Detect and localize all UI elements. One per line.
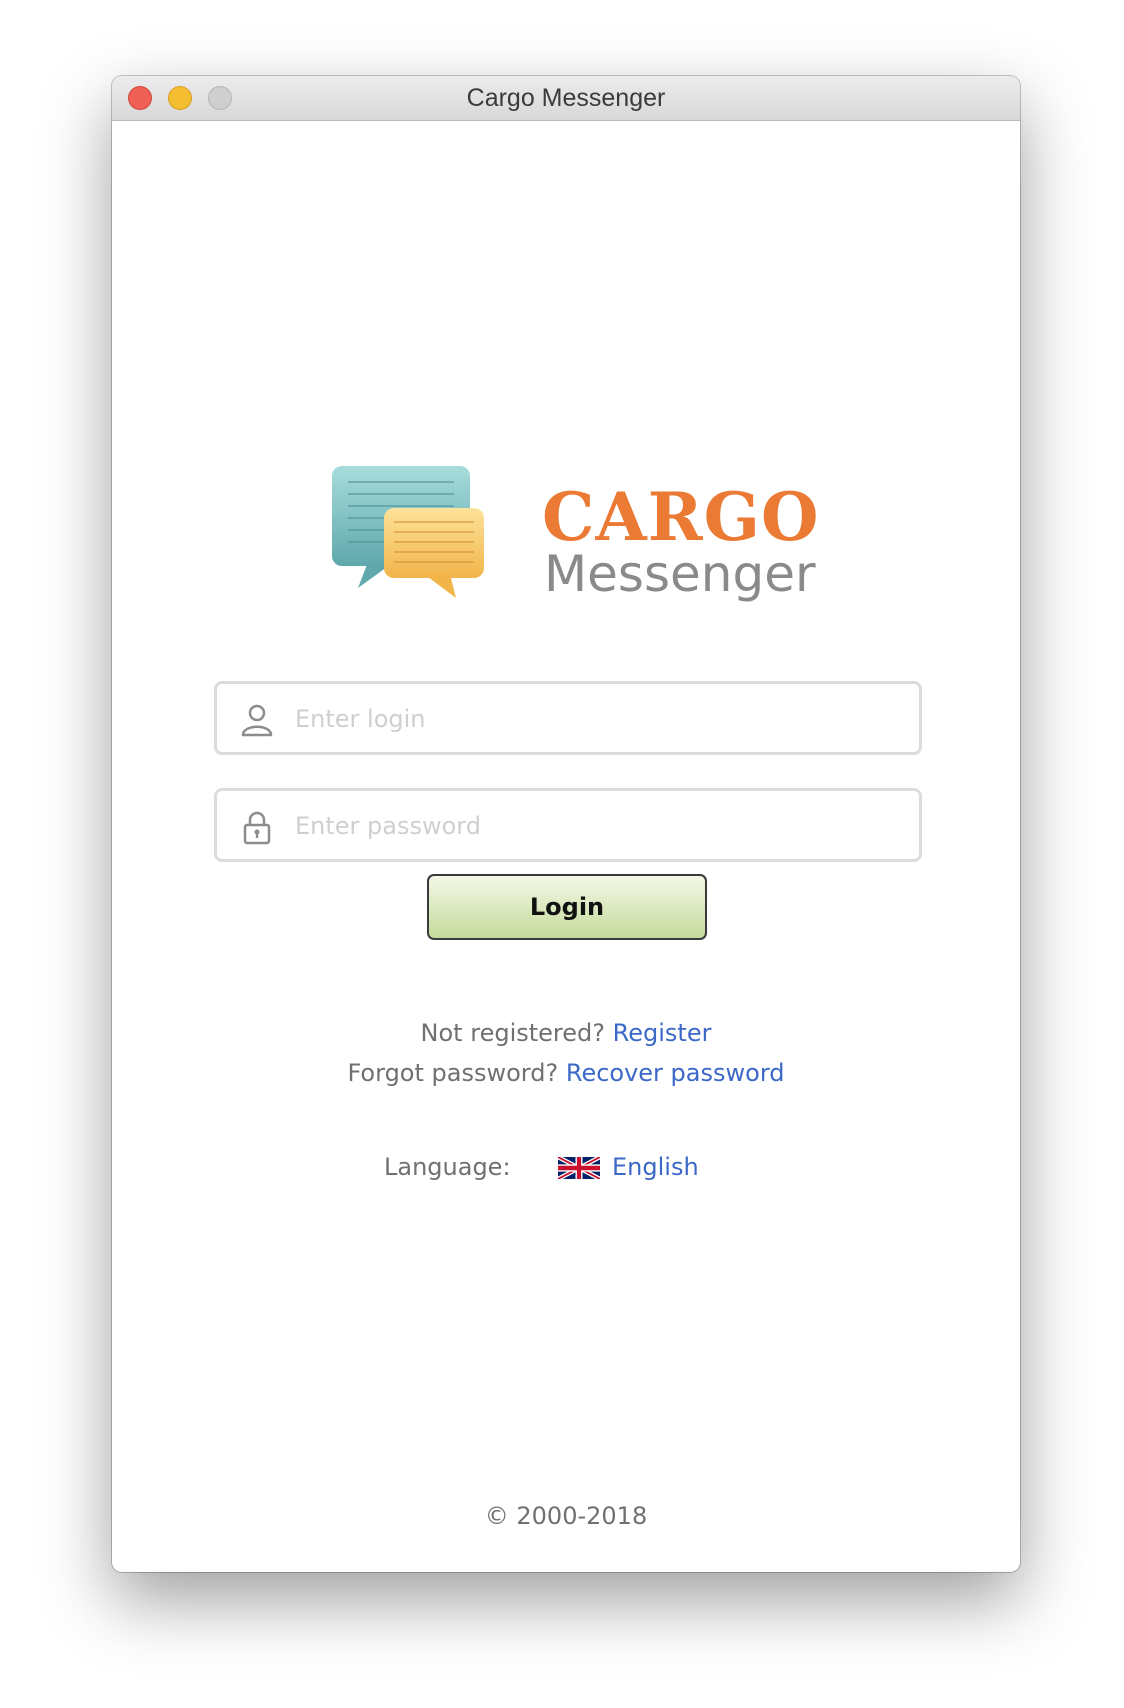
window-title: Cargo Messenger <box>466 84 666 112</box>
lock-icon <box>243 811 271 845</box>
copyright-text: © 2000-2018 <box>484 1502 648 1530</box>
login-input[interactable] <box>293 684 907 754</box>
logo-brand-text: CARGO <box>542 478 820 556</box>
language-selector[interactable]: English <box>612 1153 699 1181</box>
logo-subtitle-text: Messenger <box>544 545 816 603</box>
not-registered-text: Not registered? <box>420 1019 605 1047</box>
login-button[interactable]: Login <box>427 874 707 940</box>
login-field[interactable] <box>214 681 922 755</box>
forgot-password-line: Forgot password? Recover password <box>112 1059 1020 1087</box>
register-line: Not registered? Register <box>112 1019 1020 1047</box>
app-window: Cargo Messenger CARGO Messenger Enter lo… <box>112 76 1020 1572</box>
title-bar[interactable]: Cargo Messenger <box>112 76 1020 121</box>
user-icon <box>241 704 273 737</box>
uk-flag-icon[interactable] <box>558 1157 600 1179</box>
recover-password-link[interactable]: Recover password <box>566 1059 785 1087</box>
password-input[interactable] <box>293 791 907 861</box>
forgot-password-text: Forgot password? <box>347 1059 559 1087</box>
login-screen: CARGO Messenger Login Not registered? Re… <box>112 121 1020 1572</box>
register-link[interactable]: Register <box>613 1019 712 1047</box>
language-label: Language: <box>384 1153 511 1181</box>
password-field[interactable] <box>214 788 922 862</box>
